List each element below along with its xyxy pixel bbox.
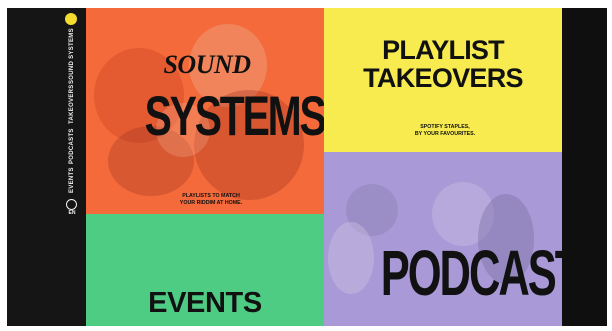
screenshot-frame: SOUND SYSTEMS TAKEOVERS PODCASTS EVENTS …	[0, 0, 612, 331]
sidebar-item-sound-systems[interactable]: SOUND SYSTEMS	[63, 28, 79, 86]
sidebar-item-events[interactable]: EVENTS	[63, 167, 79, 196]
sound-systems-title-main: SYSTEMS	[144, 84, 324, 147]
playlist-takeovers-title-line-1: PLAYLIST	[382, 35, 504, 65]
sidebar-item-label: SOUND SYSTEMS	[69, 28, 75, 84]
playlist-takeovers-caption: SPOTIFY STAPLES, BY YOUR FAVOURITES.	[413, 124, 477, 138]
playlist-takeovers-title-line-2: TAKEOVERS	[363, 63, 523, 93]
sidebar-item-takeovers[interactable]: TAKEOVERS	[63, 84, 79, 128]
language-selector[interactable]: EN	[64, 199, 80, 223]
events-card[interactable]: EVENTS	[86, 214, 324, 326]
sound-systems-caption: PLAYLISTS TO MATCH YOUR RIDDIM AT HOME.	[169, 193, 253, 207]
logo-dot-icon[interactable]	[65, 13, 77, 25]
sound-systems-card[interactable]: SOUND SYSTEMS PLAYLISTS TO MATCH YOUR RI…	[86, 8, 324, 214]
events-title: EVENTS	[148, 287, 262, 319]
sound-systems-caption-line-1: PLAYLISTS TO MATCH	[182, 193, 240, 199]
podcasts-card[interactable]: PODCASTS	[324, 152, 562, 326]
app-window: SOUND SYSTEMS TAKEOVERS PODCASTS EVENTS …	[7, 8, 607, 326]
podcasts-title: PODCASTS	[380, 237, 562, 309]
sidebar-item-label: PODCASTS	[69, 128, 75, 164]
playlist-caption-line-1: SPOTIFY STAPLES,	[420, 124, 470, 130]
playlist-caption-line-2: BY YOUR FAVOURITES.	[414, 131, 476, 137]
right-edge-panel	[562, 8, 607, 326]
sidebar: SOUND SYSTEMS TAKEOVERS PODCASTS EVENTS …	[7, 8, 86, 326]
globe-icon	[66, 199, 77, 210]
sound-systems-caption-line-2: YOUR RIDDIM AT HOME.	[179, 200, 243, 206]
language-label: EN	[68, 210, 76, 216]
playlist-takeovers-card[interactable]: PLAYLIST TAKEOVERS SPOTIFY STAPLES, BY Y…	[324, 8, 562, 152]
photo-shape	[328, 222, 374, 294]
sound-systems-title-top: SOUND	[163, 50, 251, 79]
sidebar-item-label: TAKEOVERS	[69, 84, 75, 124]
sidebar-item-podcasts[interactable]: PODCASTS	[63, 128, 79, 168]
sidebar-item-label: EVENTS	[69, 167, 75, 193]
